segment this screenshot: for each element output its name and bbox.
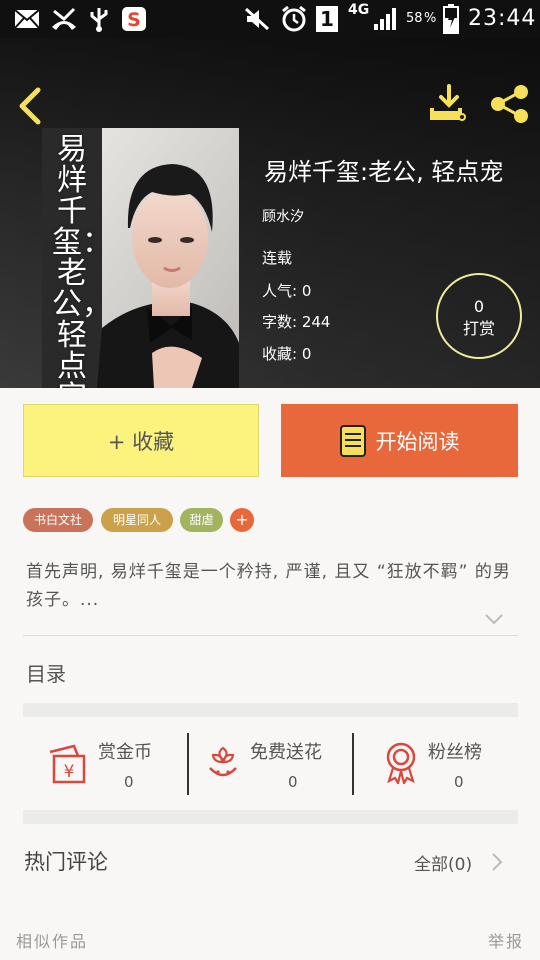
tip-count: 0 (473, 297, 485, 316)
book-status: 连载 (262, 249, 293, 267)
table-of-contents[interactable]: 目录 (26, 658, 66, 687)
download-button[interactable] (428, 84, 470, 124)
tip-label: 打赏 (462, 319, 495, 338)
share-icon (491, 85, 528, 123)
add-tag-button[interactable]: + (230, 508, 254, 532)
stat-label: 赏金币 (98, 742, 152, 763)
book-cover[interactable]: 易烊千玺：老公，轻点宠 (42, 128, 239, 388)
signal-icon (374, 8, 396, 30)
tag-item[interactable]: 明星同人 (101, 508, 173, 532)
sim-indicator: 1 (316, 6, 338, 32)
stat-divider (187, 733, 189, 795)
stat-value: 0 (454, 773, 464, 791)
mail-icon (14, 9, 40, 29)
missed-call-icon (52, 7, 76, 30)
book-popularity: 人气: 0 (262, 282, 312, 300)
share-button[interactable] (488, 84, 532, 124)
similar-works-link[interactable]: 相似作品 (16, 928, 88, 952)
download-icon (430, 84, 466, 121)
book-description: 首先声明, 易烊千玺是一个矜持, 严谨, 且又 “狂放不羁” 的男孩子。... (26, 562, 511, 610)
weibo-icon: S (122, 7, 146, 31)
status-bar: S 1 4G 58 % 23:44 (0, 0, 540, 38)
report-link[interactable]: 举报 (488, 928, 524, 952)
stat-label: 粉丝榜 (428, 742, 482, 763)
section-separator (23, 703, 518, 717)
favorite-label: + 收藏 (107, 429, 175, 454)
start-reading-button[interactable]: 开始阅读 (281, 404, 518, 477)
hot-comments-title: 热门评论 (24, 850, 108, 874)
chevron-right-icon[interactable] (490, 851, 504, 873)
chevron-left-icon (19, 87, 41, 125)
stat-coins[interactable]: ¥ 赏金币 0 (48, 738, 186, 798)
book-author[interactable]: 顾水汐 (262, 206, 304, 226)
cover-title: 易烊千玺：老公，轻点宠 (52, 132, 112, 388)
flower-icon (209, 746, 237, 777)
book-icon (339, 424, 366, 457)
book-title: 易烊千玺:老公, 轻点宠 (264, 158, 504, 186)
battery-percent: 58 (406, 11, 423, 26)
mute-icon (244, 7, 270, 31)
tag-item[interactable]: 甜虐 (180, 508, 223, 532)
tip-button[interactable]: 0 打赏 (436, 273, 522, 359)
stat-divider (352, 733, 354, 795)
network-type: 4G (348, 2, 370, 18)
stat-flowers[interactable]: 免费送花 0 (206, 738, 346, 798)
stat-label: 免费送花 (250, 742, 322, 763)
medal-icon (386, 742, 416, 784)
alarm-icon (282, 5, 306, 32)
stat-value: 0 (124, 773, 134, 791)
favorite-button[interactable]: + 收藏 (23, 404, 259, 477)
chevron-down-icon (485, 614, 503, 625)
stat-value: 0 (288, 773, 298, 791)
svg-text:S: S (127, 9, 141, 31)
divider (23, 635, 518, 636)
book-favorites: 收藏: 0 (262, 345, 312, 363)
start-reading-label: 开始阅读 (375, 429, 460, 454)
back-button[interactable] (14, 86, 48, 126)
battery-icon (443, 4, 459, 34)
all-comments-link[interactable]: 全部(0) (414, 850, 472, 875)
percent-sign: % (424, 11, 437, 26)
book-word-count: 字数: 244 (262, 313, 331, 331)
red-envelope-icon: ¥ (49, 744, 86, 784)
clock: 23:44 (468, 6, 537, 31)
usb-icon (90, 8, 108, 32)
svg-text:¥: ¥ (64, 762, 75, 782)
tag-item[interactable]: 书白文社 (23, 508, 93, 532)
expand-description-button[interactable] (484, 612, 504, 626)
stat-fans[interactable]: 粉丝榜 0 (384, 738, 514, 798)
section-separator (23, 810, 518, 824)
